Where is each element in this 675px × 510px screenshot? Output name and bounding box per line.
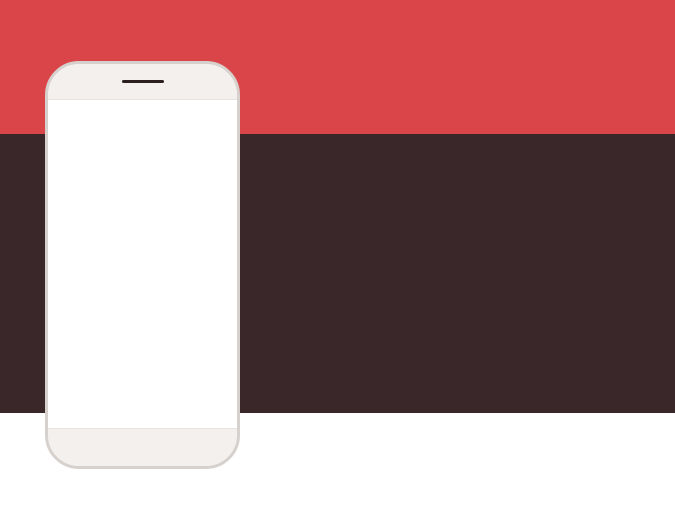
phone-screen: [48, 100, 237, 432]
phone-bottom-bezel: [48, 428, 237, 466]
stage: [0, 0, 675, 510]
speaker-grill: [121, 80, 164, 83]
phone-top-bezel: [48, 64, 237, 100]
phone-mockup: [45, 61, 240, 469]
